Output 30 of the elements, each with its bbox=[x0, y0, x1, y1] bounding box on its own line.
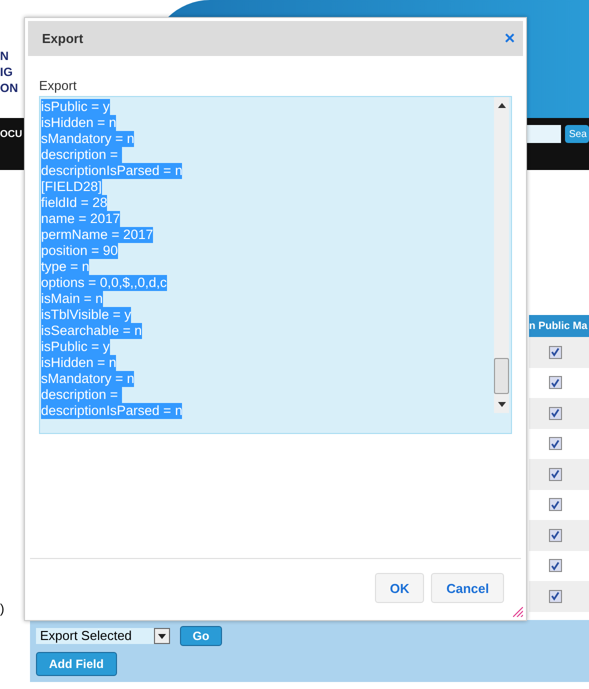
checkbox[interactable] bbox=[548, 468, 562, 481]
checkbox[interactable] bbox=[548, 559, 562, 572]
logo: N IG ON bbox=[0, 48, 18, 96]
cancel-button[interactable]: Cancel bbox=[431, 573, 504, 603]
export-text-field[interactable] bbox=[39, 96, 512, 434]
go-button[interactable]: Go bbox=[180, 626, 222, 646]
resize-grip-icon[interactable] bbox=[513, 607, 523, 617]
search-field[interactable] bbox=[527, 125, 561, 143]
action-select[interactable]: Export Selected bbox=[36, 628, 170, 644]
checkbox[interactable] bbox=[548, 498, 562, 512]
ok-button[interactable]: OK bbox=[374, 573, 424, 603]
nav-text: OCU bbox=[0, 128, 22, 140]
checkbox[interactable] bbox=[548, 346, 562, 359]
close-button[interactable]: × bbox=[504, 28, 515, 49]
scrollbar[interactable] bbox=[494, 97, 509, 413]
scroll-thumb[interactable] bbox=[494, 358, 509, 394]
checkbox[interactable] bbox=[548, 590, 562, 603]
scroll-down-icon[interactable] bbox=[498, 402, 506, 407]
scroll-up-icon[interactable] bbox=[498, 103, 506, 108]
side-text: ) bbox=[0, 601, 4, 616]
dropdown-icon[interactable] bbox=[154, 628, 170, 644]
column-header: n Public Ma bbox=[529, 315, 589, 337]
checkbox[interactable] bbox=[548, 437, 562, 450]
checkbox[interactable] bbox=[548, 376, 562, 390]
checkbox[interactable] bbox=[548, 406, 562, 420]
dialog-title: Export bbox=[42, 31, 84, 46]
search-button[interactable]: Sea bbox=[565, 125, 589, 143]
add-field-button[interactable]: Add Field bbox=[36, 652, 117, 676]
checkbox[interactable] bbox=[548, 528, 562, 542]
field-label: Export bbox=[39, 78, 78, 93]
